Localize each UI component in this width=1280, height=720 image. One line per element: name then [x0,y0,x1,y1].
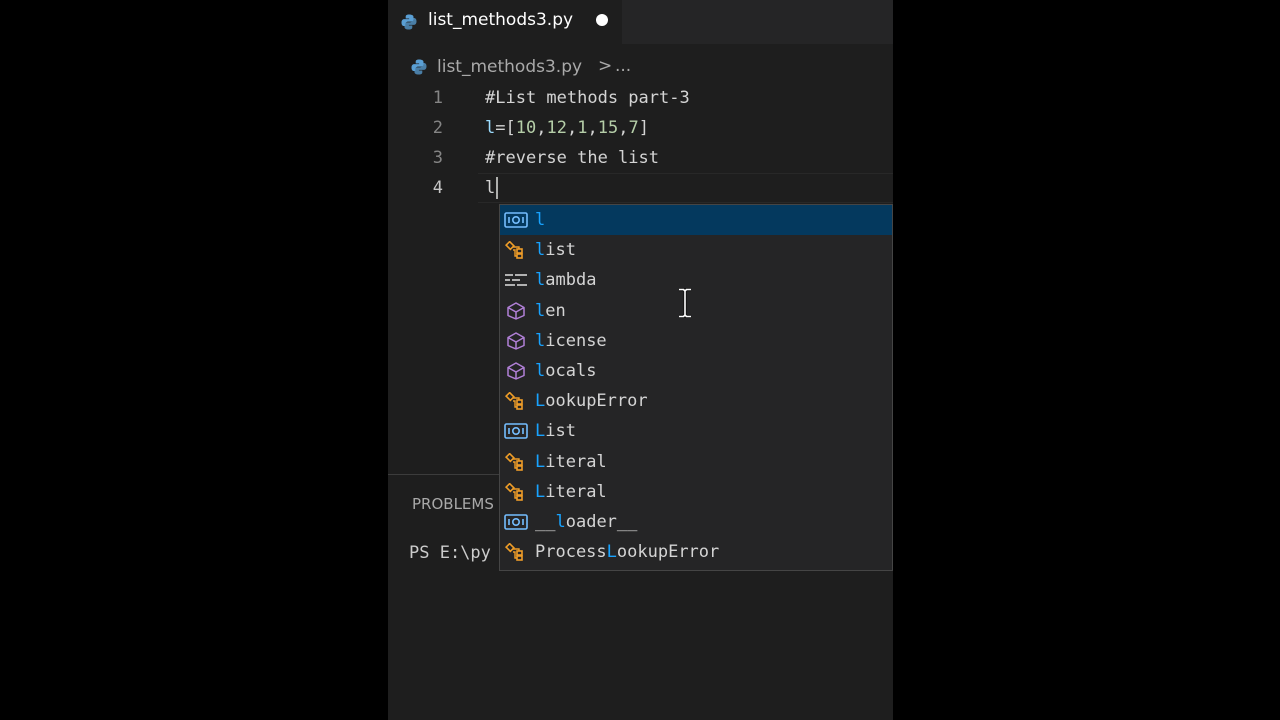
function-icon [504,301,528,324]
tab-problems[interactable]: PROBLEMS [412,495,494,513]
text-cursor [496,177,499,199]
variable-icon [504,211,528,233]
breadcrumb: list_methods3.py > ... [388,52,893,82]
suggestion-item[interactable]: lambda [500,265,892,295]
suggestion-label: List [535,416,576,446]
function-icon [504,332,528,354]
suggestion-rest: ookupError [545,391,648,412]
typed-text: l [485,178,496,198]
suggestion-rest: ocals [545,361,597,381]
suggestion-match: l [535,361,546,381]
suggestion-match: L [535,451,546,472]
suggestion-label: LookupError [535,386,648,416]
text-cursor-icon [676,287,694,322]
suggestion-match: L [535,481,546,502]
suggestion-label: locals [535,356,596,386]
breadcrumb-separator-icon: > [598,56,613,76]
code-variable: l [485,118,496,138]
code-comment: #List methods part-3 [485,88,690,108]
code-line-active[interactable]: 4 l [388,173,893,203]
suggestion-item[interactable]: List [500,416,892,446]
suggestion-item[interactable]: ProcessLookupError [500,537,892,567]
suggestion-label: __loader__ [535,507,637,537]
suggestion-label: l [535,205,545,235]
code-number: 10 [515,118,537,138]
python-icon [410,58,428,80]
suggestion-item[interactable]: LookupError [500,386,892,416]
tab-bar: list_methods3.py [388,0,893,44]
line-number: 1 [432,88,443,108]
suggestion-label: lambda [535,265,596,295]
code-bracket: ] [638,118,649,138]
suggestion-widget[interactable]: l list lambda len license locals LookupError Li… [499,204,893,571]
class-icon [504,482,528,505]
code-line[interactable]: 3 #reverse the list [388,143,893,173]
suggestion-match: l [535,210,546,230]
suggestion-match: l [555,512,566,532]
code-operator: =[ [495,118,516,138]
suggestion-rest: ist [545,421,576,442]
class-icon [504,391,528,414]
code-number: 15 [597,118,619,138]
suggestion-match: L [606,542,617,563]
class-icon [504,542,528,565]
tab-filename: list_methods3.py [428,10,574,30]
variable-icon [504,513,528,535]
suggestion-item[interactable]: Literal [500,477,892,507]
terminal-prompt[interactable]: PS E:\py [409,543,491,563]
suggestion-match: l [535,300,546,321]
suggestion-match: l [535,270,546,291]
suggestion-item[interactable]: __loader__ [500,507,892,537]
suggestion-rest: iteral [545,451,607,472]
line-number: 2 [432,118,443,138]
code-line[interactable]: 1 #List methods part-3 [388,83,893,113]
function-icon [504,362,528,384]
suggestion-rest: en [545,300,566,321]
suggestion-match: l [535,240,546,261]
suggestion-label: Literal [535,447,607,477]
suggestion-rest: ambda [545,270,597,291]
suggestion-label: ProcessLookupError [535,537,719,567]
suggestion-item[interactable]: l [500,205,892,235]
code-number: 7 [628,118,639,138]
code-number: 1 [577,118,588,138]
suggestion-prefix: __ [535,512,556,532]
suggestion-rest: iteral [545,481,607,502]
class-icon [504,240,528,263]
suggestion-label: Literal [535,477,607,507]
line-number: 4 [432,178,443,198]
keyword-icon [504,271,528,293]
python-icon [400,13,418,35]
breadcrumb-file[interactable]: list_methods3.py [437,57,582,77]
breadcrumb-more[interactable]: ... [615,56,631,76]
suggestion-item[interactable]: list [500,235,892,265]
suggestion-rest: oader__ [565,512,638,532]
unsaved-dot-icon[interactable] [596,14,608,26]
suggestion-match: l [535,330,546,351]
line-number: 3 [432,148,443,168]
suggestion-item[interactable]: license [500,326,892,356]
suggestion-match: L [535,391,546,412]
suggestion-label: license [535,326,607,356]
suggestion-item[interactable]: len [500,296,892,326]
class-icon [504,452,528,475]
suggestion-rest: ist [545,240,576,261]
variable-icon [504,422,528,444]
code-number: 12 [546,118,567,138]
suggestion-rest: ookupError [616,542,720,563]
suggestion-rest: icense [545,330,607,351]
code-typing: l [485,173,499,203]
code-comment: #reverse the list [485,148,659,168]
suggestion-label: list [535,235,576,265]
suggestion-prefix: Process [535,542,607,563]
suggestion-item[interactable]: locals [500,356,892,386]
code-line[interactable]: 2 l=[10,12,1,15,7] [388,113,893,143]
code-assignment: l=[10,12,1,15,7] [485,118,649,138]
suggestion-match: L [535,421,546,442]
suggestion-item[interactable]: Literal [500,447,892,477]
suggestion-label: len [535,296,566,326]
tab-list-methods3[interactable]: list_methods3.py [388,0,622,44]
